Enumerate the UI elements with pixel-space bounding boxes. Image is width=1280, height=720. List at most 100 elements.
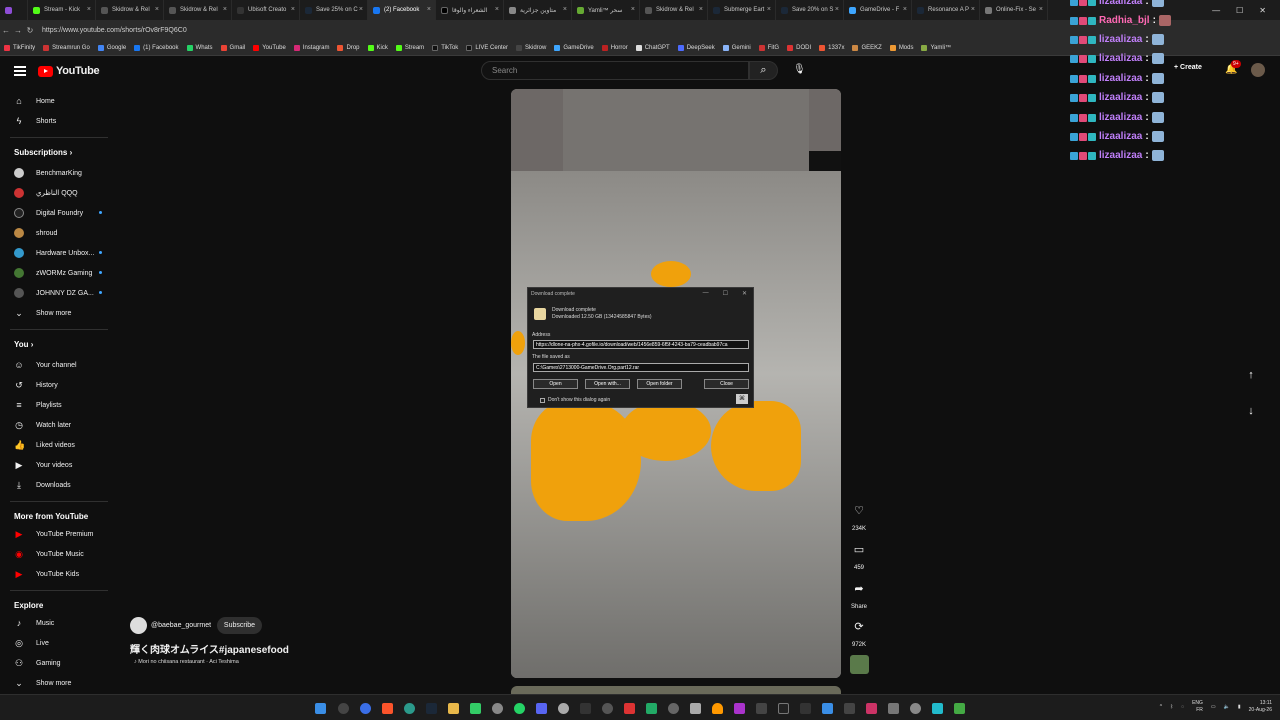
sidebar-item-live[interactable]: ◎ Live — [14, 638, 49, 649]
taskbar-app-icon[interactable] — [668, 703, 679, 714]
sidebar-item-youtube-music[interactable]: ◉ YouTube Music — [14, 549, 84, 560]
tab[interactable]: متاوين جزائرية × — [504, 0, 572, 20]
tab[interactable]: Online-Fix - Se × — [980, 0, 1048, 20]
tab-close-icon[interactable]: × — [835, 6, 839, 13]
next-short-arrow-icon[interactable]: ↓ — [1241, 401, 1261, 421]
share-button[interactable]: ➦ Share — [847, 582, 871, 610]
battery-icon[interactable]: ▮ — [1238, 704, 1241, 710]
dont-show-again-checkbox[interactable]: Don't show this dialog again — [540, 397, 610, 403]
subscribe-button[interactable]: Subscribe — [217, 617, 262, 634]
bookmark[interactable]: TikTok — [428, 44, 462, 51]
file-explorer-icon[interactable] — [448, 703, 459, 714]
search-icon[interactable] — [338, 703, 349, 714]
open-with-button[interactable]: Open with... — [585, 379, 630, 389]
taskbar-app-icon[interactable] — [712, 703, 723, 714]
taskbar-app-icon[interactable] — [866, 703, 877, 714]
sidebar-item-youtube-premium[interactable]: ▶ YouTube Premium — [14, 529, 94, 540]
bookmark[interactable]: Streamrun Go — [39, 44, 94, 51]
subscription-item[interactable]: BenchmarKing — [14, 168, 82, 178]
bookmark[interactable]: DeepSeek — [674, 44, 719, 51]
checkbox-box[interactable] — [540, 397, 545, 403]
taskbar-app-icon[interactable] — [492, 703, 503, 714]
minimize-icon[interactable]: — — [1212, 6, 1220, 15]
brave-browser-icon[interactable] — [382, 703, 393, 714]
subscription-item[interactable]: JOHNNY DZ GA... — [14, 288, 102, 298]
forward-icon[interactable]: → — [12, 26, 24, 35]
tab-close-icon[interactable]: × — [699, 6, 703, 13]
sound-thumbnail[interactable] — [850, 655, 869, 674]
subscription-item[interactable]: shroud — [14, 228, 57, 238]
sidebar-item-playlists[interactable]: ≡ Playlists — [14, 400, 61, 410]
bookmark[interactable]: YouTube — [249, 44, 290, 51]
notifications-bell-icon[interactable]: 🔔 9+ — [1225, 60, 1241, 75]
taskbar-app-icon[interactable] — [756, 703, 767, 714]
tab[interactable]: Save 20% on S × — [776, 0, 844, 20]
taskbar-app-icon[interactable] — [646, 703, 657, 714]
close-window-icon[interactable]: ✕ — [1259, 6, 1266, 15]
bookmark[interactable]: GEEKZ — [848, 44, 885, 51]
bookmark[interactable]: Google — [94, 44, 130, 51]
tab-close-icon[interactable]: × — [903, 6, 907, 13]
taskbar-app-icon[interactable] — [580, 703, 591, 714]
sidebar-item-music[interactable]: ♪ Music — [14, 618, 55, 628]
tab[interactable]: Skidrow & Rel × — [164, 0, 232, 20]
sidebar-item-your-channel[interactable]: ☺ Your channel — [14, 360, 76, 370]
tab[interactable]: GameDrive - F × — [844, 0, 912, 20]
tab-close-icon[interactable]: × — [155, 6, 159, 13]
bookmark[interactable]: Drop — [333, 44, 363, 51]
microphone-icon[interactable]: 🎙 — [793, 64, 806, 75]
open-button[interactable]: Open — [533, 379, 578, 389]
subscription-item[interactable]: Hardware Unbox... — [14, 248, 102, 258]
sidebar-item-youtube-kids[interactable]: ▶ YouTube Kids — [14, 569, 80, 580]
taskbar-app-icon[interactable] — [844, 703, 855, 714]
tab-close-icon[interactable]: × — [291, 6, 295, 13]
bookmark[interactable]: Yamli™ — [917, 44, 955, 51]
bookmark[interactable]: TikFinity — [0, 44, 39, 51]
bookmark[interactable]: ChatGPT — [632, 44, 674, 51]
bookmark[interactable]: FitG — [755, 44, 783, 51]
tab-active[interactable]: (2) Facebook × — [368, 0, 436, 20]
taskbar-app-icon[interactable] — [734, 703, 745, 714]
browser-menu-button[interactable] — [0, 0, 28, 20]
music-credit[interactable]: ♪ Mori no chiisana restaurant · Aci Tesh… — [134, 659, 239, 665]
remix-button[interactable]: ⟳ 972K — [847, 620, 871, 648]
previous-short-arrow-icon[interactable]: ↑ — [1241, 365, 1261, 385]
tab-close-icon[interactable]: × — [495, 6, 499, 13]
search-icon[interactable]: ⌕ — [749, 61, 778, 80]
taskbar-app-icon[interactable] — [932, 703, 943, 714]
bookmark[interactable]: Gmail — [217, 44, 250, 51]
comments-button[interactable]: ▭ 459 — [847, 543, 871, 571]
start-menu-icon[interactable] — [315, 703, 326, 714]
bluetooth-icon[interactable]: ᛒ — [1170, 704, 1173, 710]
volume-icon[interactable]: 🔈 — [1224, 704, 1230, 710]
taskbar-app-icon[interactable] — [690, 703, 701, 714]
tab-close-icon[interactable]: × — [427, 6, 431, 13]
hamburger-menu-icon[interactable] — [14, 66, 26, 76]
bookmark[interactable]: DODI — [783, 44, 815, 51]
sidebar-item-liked-videos[interactable]: 👍 Liked videos — [14, 440, 75, 451]
account-avatar[interactable] — [1251, 63, 1265, 77]
subscriptions-heading[interactable]: Subscriptions › — [14, 148, 72, 157]
tab[interactable]: Skidrow & Rel × — [640, 0, 708, 20]
sidebar-item-your-videos[interactable]: ▶ Your videos — [14, 460, 73, 471]
reload-icon[interactable]: ↻ — [24, 26, 36, 35]
close-icon[interactable]: ✕ — [742, 290, 747, 297]
display-icon[interactable]: ▭ — [1211, 704, 1216, 710]
open-folder-button[interactable]: Open folder — [637, 379, 682, 389]
taskbar-app-icon[interactable] — [624, 703, 635, 714]
bookmark[interactable]: Kick — [364, 44, 392, 51]
bookmark[interactable]: (1) Facebook — [130, 44, 182, 51]
subscription-item[interactable]: zWORMz Gaming — [14, 268, 102, 278]
tab[interactable]: Resonance A P × — [912, 0, 980, 20]
tab-close-icon[interactable]: × — [1039, 6, 1043, 13]
back-icon[interactable]: ← — [0, 26, 12, 35]
subscription-item[interactable]: Digital Foundry — [14, 208, 102, 218]
bookmark[interactable]: LIVE Center — [462, 44, 512, 51]
taskbar-app-icon[interactable] — [470, 703, 481, 714]
sidebar-item-history[interactable]: ↺ History — [14, 380, 58, 391]
taskbar-app-icon[interactable] — [910, 703, 921, 714]
minimize-icon[interactable]: — — [703, 290, 709, 297]
edge-browser-icon[interactable] — [404, 703, 415, 714]
steam-icon[interactable] — [426, 703, 437, 714]
bookmark[interactable]: 1337x — [815, 44, 848, 51]
